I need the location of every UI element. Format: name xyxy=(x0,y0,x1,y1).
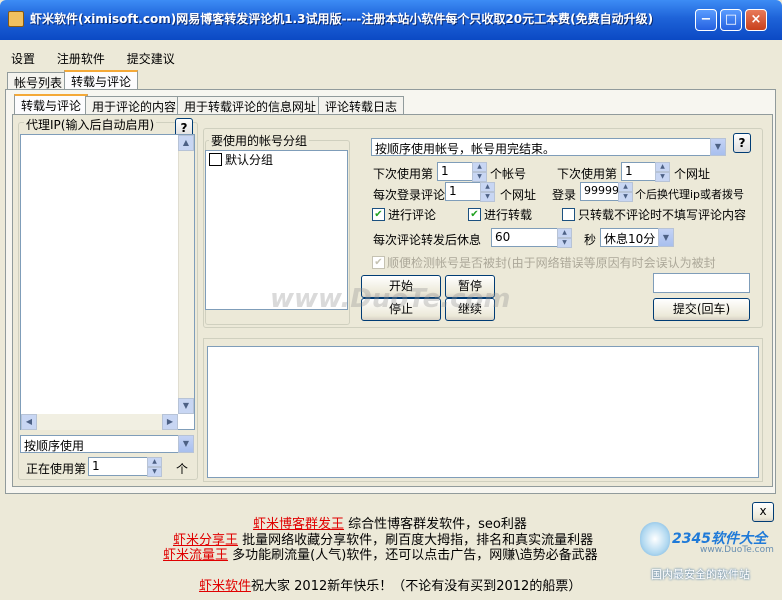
spin-down-icon[interactable]: ▼ xyxy=(472,172,487,182)
login-comment-input[interactable]: 1 xyxy=(445,182,482,201)
app-icon xyxy=(8,11,24,27)
comment-checkbox-label: 进行评论 xyxy=(388,208,437,222)
subtab-log[interactable]: 评论转载日志 xyxy=(318,96,405,114)
only-repost-checkbox-label: 只转载不评论时不填写评论内容 xyxy=(578,208,747,222)
account-group-checkbox[interactable] xyxy=(209,153,222,166)
close-button[interactable]: × xyxy=(745,9,767,31)
footer-link-traffic[interactable]: 虾米流量王 xyxy=(163,548,228,563)
logo-icon xyxy=(640,522,670,556)
footer-line-4: 虾米软件祝大家 2012新年快乐！（不论有没有买到2012的船票） xyxy=(199,575,581,594)
proxy-mode-select[interactable]: 按顺序使用 xyxy=(20,435,179,453)
spin-down-icon[interactable]: ▼ xyxy=(557,238,572,248)
next-url-unit: 个网址 xyxy=(674,167,711,181)
watermark-text: www.DuoTe.com xyxy=(270,284,511,314)
footer-text-3: 多功能刷流量(人气)软件，还可以点击广告，网赚\造势必备武器 xyxy=(228,548,598,563)
logo-slogan: 国内最安全的软件站 xyxy=(651,568,750,581)
menu-register[interactable]: 注册软件 xyxy=(50,48,112,69)
scroll-right-arrow-icon[interactable]: ▶ xyxy=(162,414,178,430)
spin-up-icon[interactable]: ▲ xyxy=(557,228,572,238)
chevron-down-icon[interactable]: ▼ xyxy=(658,228,674,247)
next-url-label: 下次使用第 xyxy=(557,167,618,181)
menu-suggest[interactable]: 提交建议 xyxy=(120,48,182,69)
proxy-vscrollbar[interactable] xyxy=(178,135,194,413)
footer-link-ximi[interactable]: 虾米软件 xyxy=(199,579,251,594)
proxy-in-use-input[interactable]: 1 xyxy=(88,457,148,476)
spin-up-icon[interactable]: ▲ xyxy=(618,182,633,192)
proxy-hscrollbar[interactable] xyxy=(21,414,178,430)
account-mode-select[interactable]: 按顺序使用帐号，帐号用完结束。 xyxy=(371,138,712,156)
rest-unit: 秒 xyxy=(584,233,597,247)
spin-up-icon[interactable]: ▲ xyxy=(655,162,670,172)
next-account-unit: 个帐号 xyxy=(490,167,527,181)
spin-down-icon[interactable]: ▼ xyxy=(655,172,670,182)
footer-text-4: 祝大家 2012新年快乐！（不论有没有买到2012的船票） xyxy=(251,579,582,594)
spin-down-icon[interactable]: ▼ xyxy=(618,192,633,202)
login-comment-label: 每次登录评论 xyxy=(373,188,446,202)
check-banned-checkbox[interactable]: ✔ xyxy=(372,256,385,269)
proxy-group-label: 代理IP(输入后自动启用) xyxy=(24,116,157,133)
logo-url: www.DuoTe.com xyxy=(700,545,774,555)
next-account-label: 下次使用第 xyxy=(373,167,434,181)
window-title: 虾米软件(ximisoft.com)网易博客转发评论机1.3试用版----注册本… xyxy=(30,12,654,26)
menu-bar: 设置 注册软件 提交建议 xyxy=(0,48,182,68)
spin-up-icon[interactable]: ▲ xyxy=(472,162,487,172)
subtab-info-urls[interactable]: 用于转载评论的信息网址 xyxy=(177,96,324,114)
menu-settings[interactable]: 设置 xyxy=(4,48,42,69)
scroll-down-arrow-icon[interactable]: ▼ xyxy=(178,398,194,414)
settings-help-button[interactable]: ? xyxy=(733,133,751,153)
subtab-repost-comment[interactable]: 转载与评论 xyxy=(14,94,89,114)
proxy-in-use-unit: 个 xyxy=(176,462,189,476)
captcha-input[interactable] xyxy=(653,273,750,293)
proxy-in-use-label: 正在使用第 xyxy=(26,462,87,476)
login-count-input[interactable]: 999999 xyxy=(580,182,620,201)
account-group-label: 要使用的帐号分组 xyxy=(209,132,310,149)
login-unit: 个后换代理ip或者拨号 xyxy=(635,188,745,201)
footer-close-button[interactable]: x xyxy=(752,502,774,522)
chevron-down-icon[interactable]: ▼ xyxy=(178,435,194,453)
spin-up-icon[interactable]: ▲ xyxy=(480,182,495,192)
comment-checkbox[interactable]: ✔ xyxy=(372,208,385,221)
next-url-input[interactable]: 1 xyxy=(621,162,657,181)
proxy-textarea[interactable] xyxy=(20,134,195,430)
tab-repost-comment[interactable]: 转载与评论 xyxy=(64,70,139,90)
scroll-left-arrow-icon[interactable]: ◀ xyxy=(21,414,37,430)
repost-checkbox-label: 进行转载 xyxy=(484,208,533,222)
scroll-up-arrow-icon[interactable]: ▲ xyxy=(178,135,194,151)
rest-seconds-input[interactable]: 60 xyxy=(491,228,559,247)
submit-button[interactable]: 提交(回车) xyxy=(653,298,750,321)
rest-select[interactable]: 休息10分 xyxy=(600,228,660,247)
repost-checkbox[interactable]: ✔ xyxy=(468,208,481,221)
log-textarea[interactable] xyxy=(207,346,759,478)
login-label: 登录 xyxy=(552,188,577,202)
minimize-button[interactable]: − xyxy=(695,9,717,31)
tab-account-list[interactable]: 帐号列表 xyxy=(7,72,70,90)
only-repost-checkbox[interactable] xyxy=(562,208,575,221)
next-account-input[interactable]: 1 xyxy=(437,162,474,181)
login-comment-unit: 个网址 xyxy=(500,188,537,202)
account-group-item[interactable]: 默认分组 xyxy=(225,151,273,168)
maximize-button[interactable]: □ xyxy=(720,9,742,31)
spin-down-icon[interactable]: ▼ xyxy=(480,192,495,202)
spin-down-icon[interactable]: ▼ xyxy=(147,467,162,477)
footer-line-3: 虾米流量王 多功能刷流量(人气)软件，还可以点击广告，网赚\造势必备武器 xyxy=(163,544,598,563)
chevron-down-icon[interactable]: ▼ xyxy=(710,138,726,156)
rest-label: 每次评论转发后休息 xyxy=(373,233,482,247)
check-banned-label: 顺便检测帐号是否被封(由于网络错误等原因有时会误认为被封 xyxy=(387,256,716,270)
subtab-comment-content[interactable]: 用于评论的内容 xyxy=(85,96,184,114)
spin-up-icon[interactable]: ▲ xyxy=(147,457,162,467)
